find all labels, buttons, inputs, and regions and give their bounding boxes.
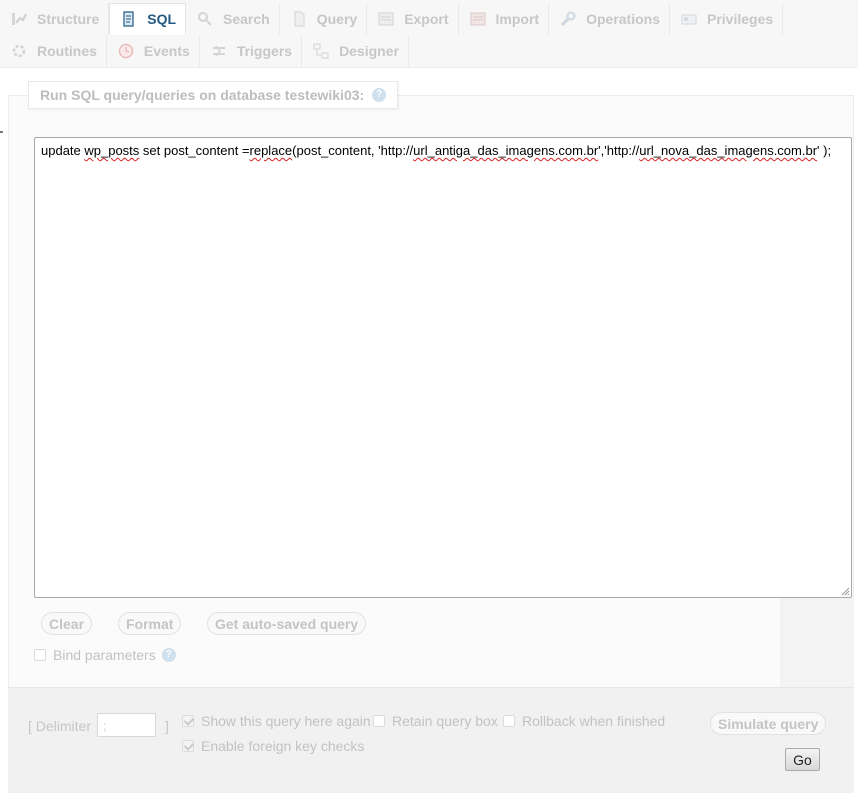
tab-triggers[interactable]: Triggers [200, 35, 303, 67]
edge-marker [0, 131, 3, 133]
resize-grip-icon[interactable] [840, 586, 850, 596]
tab-label: SQL [147, 11, 177, 27]
tab-label: Export [404, 11, 449, 27]
tab-label: Import [495, 11, 540, 27]
show-query-checkbox[interactable] [182, 715, 194, 727]
import-icon [470, 11, 486, 27]
tab-row-secondary: Routines Events Triggers Designer [0, 35, 409, 67]
tab-privileges[interactable]: Privileges [670, 3, 784, 35]
sql-query-text: update wp_posts set post_content =replac… [41, 143, 832, 158]
tab-import[interactable]: Import [459, 3, 550, 35]
triggers-icon [211, 43, 227, 59]
retain-query-box-label: Retain query box [392, 713, 498, 729]
show-query-label: Show this query here again [201, 713, 371, 729]
tab-sql[interactable]: SQL [109, 3, 187, 35]
clock-icon [118, 43, 134, 59]
panel-title: Run SQL query/queries on database testew… [40, 87, 365, 103]
rollback-label: Rollback when finished [522, 713, 666, 729]
get-auto-saved-query-button[interactable]: Get auto-saved query [207, 612, 367, 635]
privileges-icon [681, 11, 697, 27]
bind-parameters-label: Bind parameters [53, 647, 156, 663]
query-icon [291, 11, 307, 27]
delimiter-bracket: ] [165, 718, 169, 734]
tab-export[interactable]: Export [367, 3, 459, 35]
tab-search[interactable]: Search [186, 3, 280, 35]
help-icon[interactable]: ? [372, 88, 387, 102]
format-button[interactable]: Format [118, 612, 182, 635]
tab-designer[interactable]: Designer [302, 35, 409, 67]
go-button[interactable]: Go [785, 748, 820, 771]
tab-routines[interactable]: Routines [0, 35, 107, 67]
bind-parameters-option[interactable]: Bind parameters ? [34, 647, 176, 663]
routines-icon [11, 43, 27, 59]
tab-row-primary: Structure SQL Search Query Export Import… [0, 3, 784, 35]
rollback-checkbox[interactable] [503, 715, 515, 727]
tab-label: Designer [339, 43, 399, 59]
retain-query-box-option[interactable]: Retain query box [373, 713, 498, 729]
tab-label: Search [223, 11, 270, 27]
foreign-key-checks-checkbox[interactable] [182, 740, 194, 752]
query-options-footer [8, 687, 854, 793]
show-query-option[interactable]: Show this query here again [182, 713, 371, 729]
wrench-icon [560, 11, 576, 27]
retain-query-box-checkbox[interactable] [373, 715, 385, 727]
foreign-key-checks-label: Enable foreign key checks [201, 738, 365, 754]
clear-button[interactable]: Clear [41, 612, 93, 635]
delimiter-label: [ Delimiter [28, 718, 92, 734]
tab-label: Privileges [707, 11, 774, 27]
bind-parameters-checkbox[interactable] [34, 649, 46, 661]
tab-bar: Structure SQL Search Query Export Import… [0, 0, 858, 68]
tab-label: Triggers [236, 43, 293, 59]
delimiter-input[interactable] [97, 713, 156, 737]
panel-right-strip [780, 598, 854, 688]
tab-events[interactable]: Events [107, 35, 200, 67]
sql-icon [121, 11, 137, 27]
panel-legend: Run SQL query/queries on database testew… [28, 81, 399, 109]
sql-query-textarea[interactable]: update wp_posts set post_content =replac… [34, 137, 852, 598]
export-icon [378, 11, 394, 27]
tab-structure[interactable]: Structure [0, 3, 110, 35]
tab-operations[interactable]: Operations [549, 3, 670, 35]
rollback-option[interactable]: Rollback when finished [503, 713, 665, 729]
tab-label: Events [143, 43, 190, 59]
tab-label: Operations [586, 11, 660, 27]
tab-label: Routines [37, 43, 97, 59]
tab-label: Structure [37, 11, 100, 27]
help-icon[interactable]: ? [161, 648, 176, 662]
search-icon [197, 11, 213, 27]
tab-query[interactable]: Query [280, 3, 368, 35]
foreign-key-checks-option[interactable]: Enable foreign key checks [182, 738, 364, 754]
simulate-query-button[interactable]: Simulate query [710, 712, 827, 735]
designer-icon [313, 43, 329, 59]
structure-icon [11, 11, 27, 27]
tab-label: Query [316, 11, 358, 27]
